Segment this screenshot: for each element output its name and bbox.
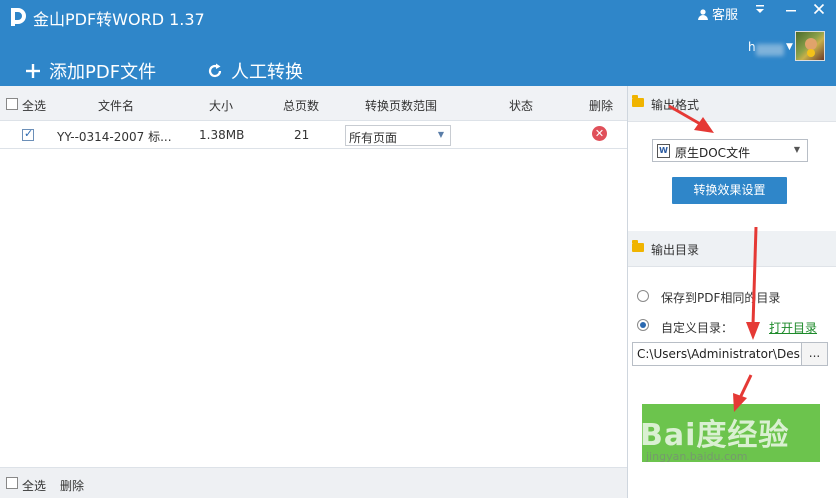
folder-icon [632,95,644,107]
open-dir-link[interactable]: 打开目录 [769,319,817,336]
user-icon [698,8,708,20]
select-all-label[interactable]: 全选 [22,97,46,114]
settings-panel: 输出格式 W 原生DOC文件 ▼ 转换效果设置 输出目录 保存到PDF相同的目录… [628,86,836,498]
custom-dir-label[interactable]: 自定义目录： [661,319,733,336]
page-range-value: 所有页面 [349,131,398,145]
user-name-redacted [756,44,784,56]
conversion-settings-button[interactable]: 转换效果设置 [672,177,787,204]
same-dir-radio[interactable] [637,290,649,302]
column-header-filename: 文件名 [98,99,135,113]
app-title: 金山PDF转WORD 1.37 [33,10,205,29]
user-name[interactable]: h [748,40,756,54]
output-format-title: 输出格式 [651,98,700,112]
column-header-status: 状态 [509,99,534,113]
menu-caret-icon [756,5,764,13]
manual-convert-label: 人工转换 [231,62,303,83]
column-header-range: 转换页数范围 [365,99,438,113]
bottom-bar: 全选 删除 [0,467,627,498]
add-pdf-button[interactable]: 添加PDF文件 [25,58,156,84]
output-dir-header: 输出目录 [628,231,836,267]
column-header-pages: 总页数 [283,99,320,113]
chevron-down-icon: ▼ [437,130,444,139]
plus-icon [26,64,40,78]
add-pdf-label: 添加PDF文件 [49,62,157,83]
menu-button[interactable] [752,3,768,19]
manual-convert-button[interactable]: 人工转换 [207,58,303,84]
delete-file-icon[interactable]: ✕ [592,126,607,141]
select-all-checkbox[interactable] [6,98,18,110]
minimize-icon [786,10,796,12]
customer-service-button[interactable]: 客服 [697,4,738,23]
file-size: 1.38MB [199,128,245,142]
bottom-select-all-checkbox[interactable] [6,477,18,489]
close-icon [813,3,825,15]
custom-dir-radio[interactable] [637,319,649,331]
title-bar: 金山PDF转WORD 1.37 客服 h ▼ 添加PDF文件 人工转换 [0,0,836,86]
same-dir-label[interactable]: 保存到PDF相同的目录 [661,289,780,306]
output-path-input[interactable]: C:\Users\Administrator\Desktop [632,342,802,366]
close-button[interactable] [811,3,827,19]
table-row[interactable]: YY--0314-2007 标... 1.38MB 21 所有页面 ▼ ✕ [0,121,627,149]
bottom-delete-button[interactable]: 删除 [60,477,84,494]
bottom-select-all-label[interactable]: 全选 [22,477,46,494]
word-doc-icon: W [657,144,670,158]
user-menu-caret-icon[interactable]: ▼ [786,42,793,52]
app-logo-icon [11,8,26,26]
avatar[interactable] [795,31,825,61]
output-format-value: 原生DOC文件 [675,146,751,160]
output-format-header: 输出格式 [628,86,836,122]
page-count: 21 [294,128,310,142]
folder-icon [632,240,644,252]
browse-button[interactable]: ... [801,342,828,366]
column-header-size: 大小 [209,99,234,113]
file-name: YY--0314-2007 标... [57,130,172,144]
output-format-select[interactable]: W 原生DOC文件 ▼ [652,139,808,162]
page-range-select[interactable]: 所有页面 ▼ [345,125,451,146]
minimize-button[interactable] [783,3,799,19]
output-dir-title: 输出目录 [651,243,700,257]
customer-service-label: 客服 [712,8,739,23]
file-table-header: 全选 文件名 大小 总页数 转换页数范围 状态 删除 [0,86,627,121]
column-header-delete: 删除 [589,99,614,113]
refresh-icon [208,63,222,78]
row-checkbox[interactable] [22,127,34,141]
chevron-down-icon: ▼ [793,145,800,154]
start-convert-button[interactable] [642,404,820,462]
